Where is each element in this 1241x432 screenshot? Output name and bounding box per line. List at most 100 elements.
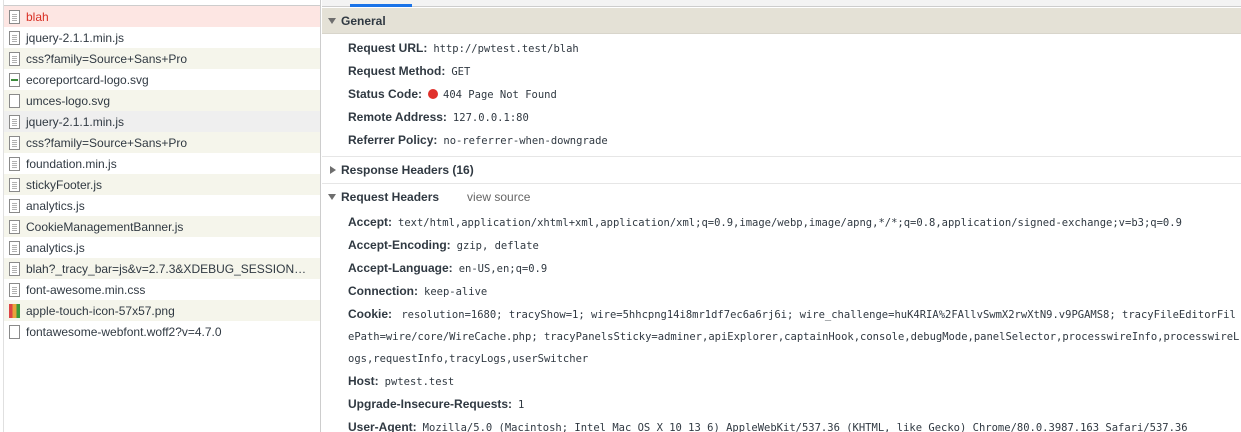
- request-name: blah: [26, 9, 49, 24]
- stylesheet-file-icon: [9, 51, 20, 66]
- request-method-label: Request Method:: [348, 64, 446, 78]
- request-name: analytics.js: [26, 240, 85, 255]
- accept-row: Accept: text/html,application/xhtml+xml,…: [348, 211, 1241, 234]
- request-row[interactable]: css?family=Source+Sans+Pro: [4, 48, 320, 69]
- request-name: jquery-2.1.1.min.js: [26, 114, 125, 129]
- request-url-value: http://pwtest.test/blah: [433, 43, 579, 55]
- referrer-policy-row: Referrer Policy: no-referrer-when-downgr…: [348, 129, 1241, 152]
- connection-value: keep-alive: [424, 286, 488, 298]
- user-agent-value: Mozilla/5.0 (Macintosh; Intel Mac OS X 1…: [422, 422, 1188, 432]
- request-row[interactable]: foundation.min.js: [4, 153, 320, 174]
- accept-label: Accept:: [348, 215, 393, 229]
- request-headers-section-header[interactable]: Request Headers view source: [322, 184, 1241, 210]
- remote-address-row: Remote Address: 127.0.0.1:80: [348, 106, 1241, 129]
- request-url-label: Request URL:: [348, 41, 428, 55]
- request-headers-title: Request Headers: [341, 190, 440, 204]
- request-row[interactable]: CookieManagementBanner.js: [4, 216, 320, 237]
- stylesheet-file-icon: [9, 135, 20, 150]
- request-name: fontawesome-webfont.woff2?v=4.7.0: [26, 324, 222, 339]
- request-name: stickyFooter.js: [26, 177, 103, 192]
- general-section-body: Request URL: http://pwtest.test/blah Req…: [322, 34, 1241, 157]
- accept-encoding-label: Accept-Encoding:: [348, 238, 451, 252]
- request-url-row: Request URL: http://pwtest.test/blah: [348, 37, 1241, 60]
- request-row[interactable]: blah?_tracy_bar=js&v=2.7.3&XDEBUG_SESSIO…: [4, 258, 320, 279]
- general-section-title: General: [341, 13, 386, 28]
- status-code-value: 404 Page Not Found: [443, 89, 557, 101]
- request-row[interactable]: font-awesome.min.css: [4, 279, 320, 300]
- request-name: apple-touch-icon-57x57.png: [26, 303, 175, 318]
- user-agent-label: User-Agent:: [348, 420, 417, 432]
- request-row[interactable]: analytics.js: [4, 195, 320, 216]
- details-tab-bar: [322, 0, 1241, 7]
- request-headers-section-body: Accept: text/html,application/xhtml+xml,…: [322, 210, 1241, 432]
- request-row[interactable]: analytics.js: [4, 237, 320, 258]
- remote-address-label: Remote Address:: [348, 110, 447, 124]
- request-row[interactable]: stickyFooter.js: [4, 174, 320, 195]
- blank-file-icon: [9, 93, 20, 108]
- request-name: umces-logo.svg: [26, 93, 111, 108]
- host-label: Host:: [348, 374, 379, 388]
- user-agent-row: User-Agent: Mozilla/5.0 (Macintosh; Inte…: [348, 416, 1241, 432]
- request-row[interactable]: fontawesome-webfont.woff2?v=4.7.0: [4, 321, 320, 342]
- request-row[interactable]: jquery-2.1.1.min.js: [4, 111, 320, 132]
- connection-label: Connection:: [348, 284, 418, 298]
- headers-details: General Request URL: http://pwtest.test/…: [322, 8, 1241, 432]
- stylesheet-file-icon: [9, 282, 20, 297]
- request-row[interactable]: css?family=Source+Sans+Pro: [4, 132, 320, 153]
- script-file-icon: [9, 219, 20, 234]
- blank-file-icon: [9, 324, 20, 339]
- script-file-icon: [9, 30, 20, 45]
- accept-encoding-row: Accept-Encoding: gzip, deflate: [348, 234, 1241, 257]
- request-name: blah?_tracy_bar=js&v=2.7.3&XDEBUG_SESSIO…: [26, 261, 310, 276]
- host-value: pwtest.test: [384, 376, 455, 388]
- accept-value: text/html,application/xhtml+xml,applicat…: [398, 217, 1182, 229]
- request-name: CookieManagementBanner.js: [26, 219, 184, 234]
- expanded-triangle-icon: [328, 17, 336, 24]
- connection-row: Connection: keep-alive: [348, 280, 1241, 303]
- response-headers-section-header[interactable]: Response Headers (16): [322, 157, 1241, 183]
- upgrade-insecure-requests-value: 1: [518, 399, 525, 411]
- status-code-row: Status Code: 404 Page Not Found: [348, 83, 1241, 106]
- document-icon: [9, 9, 20, 24]
- response-headers-section: Response Headers (16): [322, 157, 1241, 184]
- request-method-value: GET: [451, 66, 471, 78]
- request-name: jquery-2.1.1.min.js: [26, 30, 125, 45]
- referrer-policy-label: Referrer Policy:: [348, 133, 438, 147]
- request-name: foundation.min.js: [26, 156, 117, 171]
- response-headers-title: Response Headers (16): [341, 163, 474, 177]
- script-file-icon: [9, 156, 20, 171]
- script-file-icon: [9, 240, 20, 255]
- expanded-triangle-icon: [328, 194, 336, 200]
- request-row[interactable]: ecoreportcard-logo.svg: [4, 69, 320, 90]
- request-row[interactable]: apple-touch-icon-57x57.png: [4, 300, 320, 321]
- script-file-icon: [9, 114, 20, 129]
- status-code-value-wrap: 404 Page Not Found: [428, 84, 557, 106]
- host-row: Host: pwtest.test: [348, 370, 1241, 393]
- referrer-policy-value: no-referrer-when-downgrade: [443, 135, 608, 147]
- png-image-icon: [9, 303, 20, 318]
- request-row[interactable]: umces-logo.svg: [4, 90, 320, 111]
- script-file-icon: [9, 198, 20, 213]
- tab-headers-active-indicator[interactable]: [350, 4, 412, 7]
- script-file-icon: [9, 261, 20, 276]
- general-section-header[interactable]: General: [322, 8, 1241, 34]
- request-name: analytics.js: [26, 198, 85, 213]
- script-file-icon: [9, 177, 20, 192]
- request-row[interactable]: blah: [4, 6, 320, 27]
- cookie-row: Cookie: resolution=1680; tracyShow=1; wi…: [348, 303, 1241, 370]
- request-list-pane: blah jquery-2.1.1.min.js css?family=Source…: [0, 0, 321, 432]
- cookie-label: Cookie:: [348, 307, 393, 321]
- accept-language-value: en-US,en;q=0.9: [458, 263, 548, 275]
- request-name: css?family=Source+Sans+Pro: [26, 51, 188, 66]
- accept-language-row: Accept-Language: en-US,en;q=0.9: [348, 257, 1241, 280]
- view-source-link[interactable]: view source: [467, 190, 530, 204]
- request-row[interactable]: jquery-2.1.1.min.js: [4, 27, 320, 48]
- svg-image-icon: [9, 72, 20, 87]
- request-name: css?family=Source+Sans+Pro: [26, 135, 188, 150]
- accept-language-label: Accept-Language:: [348, 261, 453, 275]
- request-name: font-awesome.min.css: [26, 282, 146, 297]
- upgrade-insecure-requests-row: Upgrade-Insecure-Requests: 1: [348, 393, 1241, 416]
- accept-encoding-value: gzip, deflate: [456, 240, 539, 252]
- cookie-value: resolution=1680; tracyShow=1; wire=5hhcp…: [348, 309, 1240, 365]
- request-list: blah jquery-2.1.1.min.js css?family=Source…: [4, 6, 320, 342]
